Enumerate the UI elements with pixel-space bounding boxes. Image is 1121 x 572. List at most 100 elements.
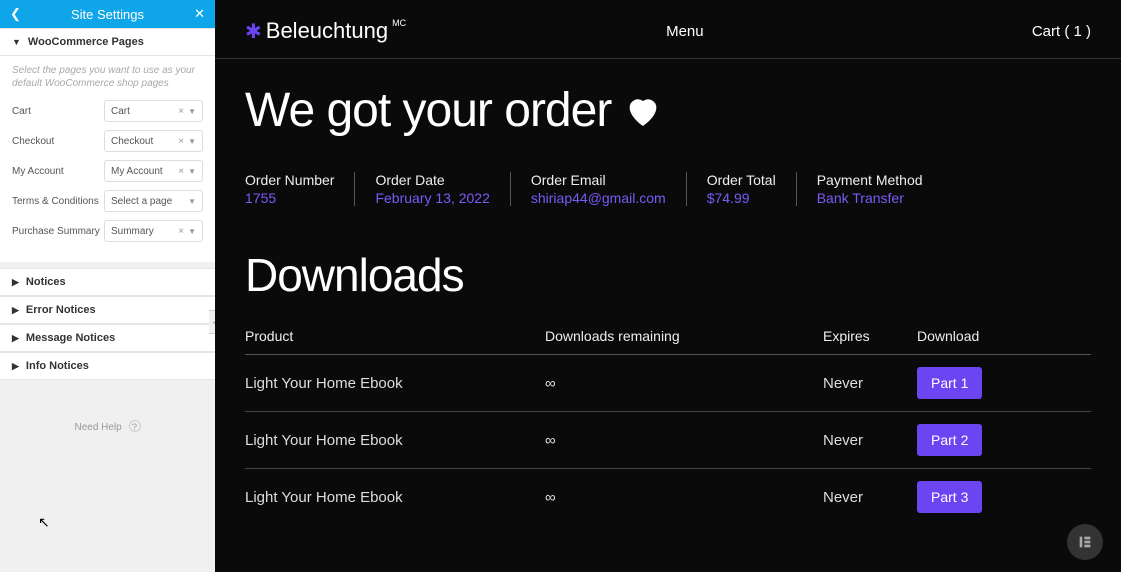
heart-icon [623,91,663,131]
row-cart: Cart Cart × ▼ [12,100,203,122]
select-my-account[interactable]: My Account × ▼ [104,160,203,182]
brand-sup: MC [392,18,406,28]
panel-title: Notices [26,276,66,288]
cell-expires: Never [823,432,917,449]
brand-name: Beleuchtung [266,18,388,44]
sidebar-header: ❮ Site Settings ✕ [0,0,215,28]
panel-notices[interactable]: ▶ Notices [0,268,215,296]
chevron-down-icon: ▼ [188,137,196,146]
cell-expires: Never [823,375,917,392]
site-logo[interactable]: ✱ Beleuchtung MC [245,18,406,44]
sidebar-title: Site Settings [21,7,194,22]
caret-right-icon: ▶ [12,277,19,288]
select-value: Checkout [111,136,153,147]
preview-pane: ✱ Beleuchtung MC Menu Cart ( 1 ) We got y… [215,0,1121,572]
row-purchase-summary: Purchase Summary Summary × ▼ [12,220,203,242]
meta-value: shiriap44@gmail.com [531,190,666,206]
panel-title: Info Notices [26,360,89,372]
row-my-account: My Account My Account × ▼ [12,160,203,182]
meta-label: Order Number [245,172,334,188]
meta-value: February 13, 2022 [375,190,489,206]
select-value: Select a page [111,196,172,207]
cart-link[interactable]: Cart ( 1 ) [1032,23,1091,40]
star-icon: ✱ [245,19,262,44]
th-expires: Expires [823,328,917,344]
th-remaining: Downloads remaining [545,328,823,344]
need-help-label: Need Help [74,422,121,433]
select-checkout[interactable]: Checkout × ▼ [104,130,203,152]
cell-remaining: ∞ [545,375,823,392]
row-checkout: Checkout Checkout × ▼ [12,130,203,152]
cell-product: Light Your Home Ebook [245,375,545,392]
select-purchase-summary[interactable]: Summary × ▼ [104,220,203,242]
clear-icon[interactable]: × [174,106,188,117]
downloads-heading: Downloads [215,216,1121,302]
row-terms: Terms & Conditions Select a page ▼ [12,190,203,212]
meta-value: Bank Transfer [817,190,923,206]
meta-order-total: Order Total $74.99 [686,172,796,206]
row-label: My Account [12,166,104,177]
row-label: Terms & Conditions [12,196,104,207]
cursor-icon: ↖ [38,514,50,531]
hero-text: We got your order [245,83,611,138]
meta-payment-method: Payment Method Bank Transfer [796,172,943,206]
panel-error-notices[interactable]: ▶ Error Notices [0,296,215,324]
chevron-down-icon: ▼ [188,227,196,236]
chevron-down-icon: ▼ [188,167,196,176]
select-terms[interactable]: Select a page ▼ [104,190,203,212]
meta-value: $74.99 [707,190,776,206]
caret-right-icon: ▶ [12,305,19,316]
cell-remaining: ∞ [545,489,823,506]
select-value: Cart [111,106,130,117]
cell-product: Light Your Home Ebook [245,432,545,449]
download-button[interactable]: Part 3 [917,481,982,513]
clear-icon[interactable]: × [174,166,188,177]
panel-title: Error Notices [26,304,96,316]
settings-sidebar: ❮ Site Settings ✕ ▼ WooCommerce Pages Se… [0,0,215,572]
meta-order-email: Order Email shiriap44@gmail.com [510,172,686,206]
table-row: Light Your Home Ebook ∞ Never Part 2 [245,412,1091,469]
elementor-icon [1077,534,1093,550]
th-product: Product [245,328,545,344]
th-download: Download [917,328,1007,344]
download-button[interactable]: Part 1 [917,367,982,399]
back-icon[interactable]: ❮ [10,6,21,22]
close-icon[interactable]: ✕ [194,6,205,22]
order-hero: We got your order [215,59,1121,138]
order-meta: Order Number 1755 Order Date February 13… [215,138,1121,216]
elementor-button[interactable] [1067,524,1103,560]
panel-woocommerce-pages[interactable]: ▼ WooCommerce Pages [0,28,215,56]
chevron-down-icon: ▼ [188,107,196,116]
panel-body: Select the pages you want to use as your… [0,56,215,262]
need-help[interactable]: Need Help ? [0,420,215,433]
meta-label: Payment Method [817,172,923,188]
row-label: Checkout [12,136,104,147]
caret-down-icon: ▼ [12,37,21,47]
downloads-table: Product Downloads remaining Expires Down… [215,302,1121,525]
select-value: Summary [111,226,154,237]
chevron-down-icon: ▼ [188,197,196,206]
help-icon: ? [129,420,141,432]
caret-right-icon: ▶ [12,333,19,344]
table-row: Light Your Home Ebook ∞ Never Part 3 [245,469,1091,525]
clear-icon[interactable]: × [174,226,188,237]
menu-link[interactable]: Menu [666,23,704,40]
cell-remaining: ∞ [545,432,823,449]
select-value: My Account [111,166,163,177]
site-header: ✱ Beleuchtung MC Menu Cart ( 1 ) [215,0,1121,59]
meta-label: Order Total [707,172,776,188]
panel-title: Message Notices [26,332,115,344]
select-cart[interactable]: Cart × ▼ [104,100,203,122]
meta-label: Order Date [375,172,489,188]
meta-value: 1755 [245,190,334,206]
download-button[interactable]: Part 2 [917,424,982,456]
clear-icon[interactable]: × [174,136,188,147]
row-label: Purchase Summary [12,226,104,237]
page-title: We got your order [245,83,1091,138]
meta-label: Order Email [531,172,666,188]
row-label: Cart [12,106,104,117]
panel-info-notices[interactable]: ▶ Info Notices [0,352,215,380]
panel-message-notices[interactable]: ▶ Message Notices [0,324,215,352]
table-header: Product Downloads remaining Expires Down… [245,328,1091,355]
meta-order-number: Order Number 1755 [245,172,354,206]
